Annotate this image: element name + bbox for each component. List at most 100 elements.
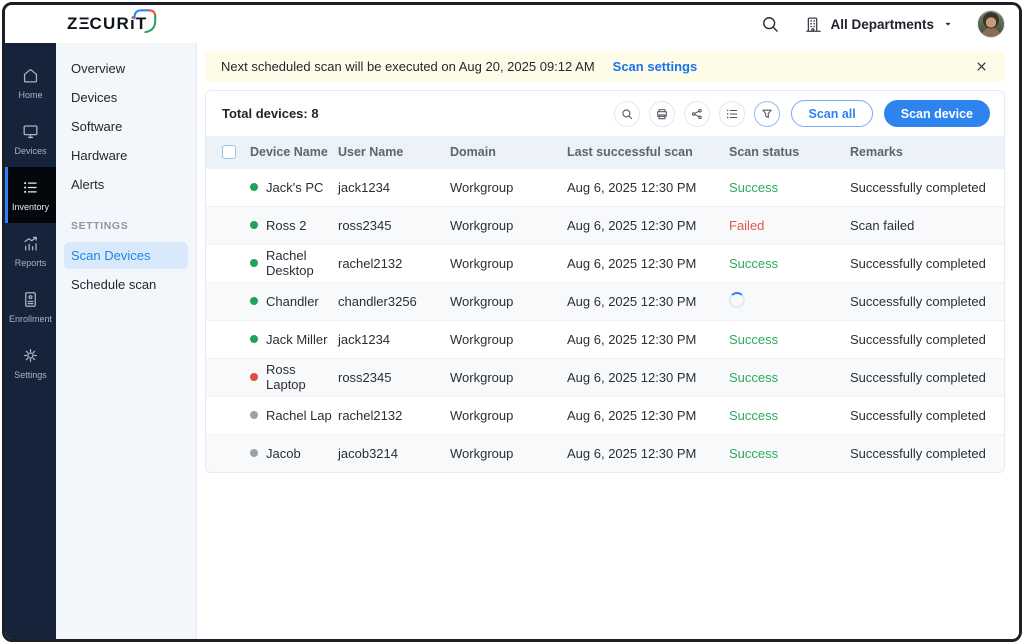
device-status-dot <box>250 183 258 191</box>
list-view-icon[interactable] <box>719 101 745 127</box>
sidebar-item-inventory[interactable]: Inventory <box>5 167 56 223</box>
remarks-cell: Successfully completed <box>850 396 1004 434</box>
remarks-cell: Successfully completed <box>850 244 1004 282</box>
banner-message: Next scheduled scan will be executed on … <box>221 59 595 74</box>
device-name-cell: Chandler <box>250 282 338 320</box>
subnav-item-schedule-scan[interactable]: Schedule scan <box>64 271 188 298</box>
scan-status-cell: Success <box>729 358 850 396</box>
sidebar-item-label: Settings <box>14 370 47 380</box>
sidebar-item-devices[interactable]: Devices <box>5 111 56 167</box>
close-icon[interactable] <box>974 59 989 74</box>
logo-shield-icon <box>132 7 157 35</box>
user-name-cell: chandler3256 <box>338 282 450 320</box>
subnav-item-scan-devices[interactable]: Scan Devices <box>64 242 188 269</box>
column-header: Domain <box>450 136 567 168</box>
sidebar-item-enrollment[interactable]: Enrollment <box>5 279 56 335</box>
last-scan-cell: Aug 6, 2025 12:30 PM <box>567 244 729 282</box>
sidebar-item-reports[interactable]: Reports <box>5 223 56 279</box>
filter-icon[interactable] <box>754 101 780 127</box>
printer-icon[interactable] <box>649 101 675 127</box>
subnav-item-hardware[interactable]: Hardware <box>64 142 188 169</box>
domain-cell: Workgroup <box>450 282 567 320</box>
user-name-cell: ross2345 <box>338 358 450 396</box>
scan-status-text: Success <box>729 408 778 423</box>
last-scan-cell: Aug 6, 2025 12:30 PM <box>567 320 729 358</box>
logo-text: Z <box>67 14 79 34</box>
topbar: ZΞCURıT All Departments <box>5 5 1019 43</box>
scan-status-text: Success <box>729 180 778 195</box>
home-icon <box>21 66 40 85</box>
table-row[interactable]: Ross Laptopross2345WorkgroupAug 6, 2025 … <box>206 358 1004 396</box>
search-icon[interactable] <box>760 14 780 34</box>
building-icon <box>804 15 823 34</box>
sidebar-item-home[interactable]: Home <box>5 55 56 111</box>
app-logo: ZΞCURıT <box>67 14 148 34</box>
logo-text: T <box>136 14 148 34</box>
row-select-cell <box>206 282 250 320</box>
domain-cell: Workgroup <box>450 358 567 396</box>
column-header: Scan status <box>729 136 850 168</box>
device-name-cell: Jack Miller <box>250 320 338 358</box>
subnav-item-software[interactable]: Software <box>64 113 188 140</box>
device-status-dot <box>250 449 258 457</box>
table-row[interactable]: Jack Millerjack1234WorkgroupAug 6, 2025 … <box>206 320 1004 358</box>
row-select-cell <box>206 168 250 206</box>
table-row[interactable]: Jacobjacob3214WorkgroupAug 6, 2025 12:30… <box>206 434 1004 472</box>
sidebar-item-settings[interactable]: Settings <box>5 335 56 391</box>
settings-icon <box>21 346 40 365</box>
user-name-cell: jack1234 <box>338 320 450 358</box>
sidebar-item-label: Enrollment <box>9 314 52 324</box>
row-select-cell <box>206 206 250 244</box>
sidebar-item-label: Reports <box>15 258 47 268</box>
scan-settings-link[interactable]: Scan settings <box>613 59 698 74</box>
subnav-section-header: SETTINGS <box>56 200 196 240</box>
device-name-cell: Jacob <box>250 434 338 472</box>
column-header: Last successful scan <box>567 136 729 168</box>
scan-status-text: Success <box>729 256 778 271</box>
devices-table: Device NameUser NameDomainLast successfu… <box>206 136 1004 472</box>
table-row[interactable]: Ross 2ross2345WorkgroupAug 6, 2025 12:30… <box>206 206 1004 244</box>
scan-status-cell: Success <box>729 396 850 434</box>
last-scan-cell: Aug 6, 2025 12:30 PM <box>567 206 729 244</box>
scan-status-cell: Success <box>729 434 850 472</box>
subnav-item-devices[interactable]: Devices <box>64 84 188 111</box>
domain-cell: Workgroup <box>450 206 567 244</box>
device-status-dot <box>250 221 258 229</box>
main-content: Next scheduled scan will be executed on … <box>197 43 1019 639</box>
domain-cell: Workgroup <box>450 320 567 358</box>
scan-all-button[interactable]: Scan all <box>791 100 872 127</box>
table-row[interactable]: Chandlerchandler3256WorkgroupAug 6, 2025… <box>206 282 1004 320</box>
scan-status-text: Success <box>729 370 778 385</box>
device-status-dot <box>250 411 258 419</box>
topbar-actions: All Departments <box>760 10 1005 38</box>
last-scan-cell: Aug 6, 2025 12:30 PM <box>567 396 729 434</box>
user-avatar[interactable] <box>977 10 1005 38</box>
row-select-cell <box>206 434 250 472</box>
remarks-cell: Successfully completed <box>850 320 1004 358</box>
row-select-cell <box>206 244 250 282</box>
row-select-cell <box>206 358 250 396</box>
search-icon[interactable] <box>614 101 640 127</box>
row-select-cell <box>206 396 250 434</box>
column-header: Device Name <box>250 136 338 168</box>
logo-text: CUR <box>90 14 130 34</box>
subnav-item-overview[interactable]: Overview <box>64 55 188 82</box>
last-scan-cell: Aug 6, 2025 12:30 PM <box>567 434 729 472</box>
scan-status-cell <box>729 282 850 320</box>
user-name-cell: rachel2132 <box>338 244 450 282</box>
table-row[interactable]: Jack's PCjack1234WorkgroupAug 6, 2025 12… <box>206 168 1004 206</box>
table-row[interactable]: Rachel Laprachel2132WorkgroupAug 6, 2025… <box>206 396 1004 434</box>
table-row[interactable]: Rachel Desktoprachel2132WorkgroupAug 6, … <box>206 244 1004 282</box>
remarks-cell: Successfully completed <box>850 168 1004 206</box>
select-all-checkbox[interactable] <box>222 145 236 159</box>
caret-down-icon <box>941 17 955 31</box>
subnav-item-alerts[interactable]: Alerts <box>64 171 188 198</box>
scan-device-button[interactable]: Scan device <box>884 100 990 127</box>
share-icon[interactable] <box>684 101 710 127</box>
devices-icon <box>21 122 40 141</box>
department-selector[interactable]: All Departments <box>804 15 955 34</box>
scheduled-scan-banner: Next scheduled scan will be executed on … <box>205 51 1005 82</box>
device-status-dot <box>250 259 258 267</box>
sidebar-item-label: Inventory <box>12 202 49 212</box>
device-name-cell: Rachel Lap <box>250 396 338 434</box>
